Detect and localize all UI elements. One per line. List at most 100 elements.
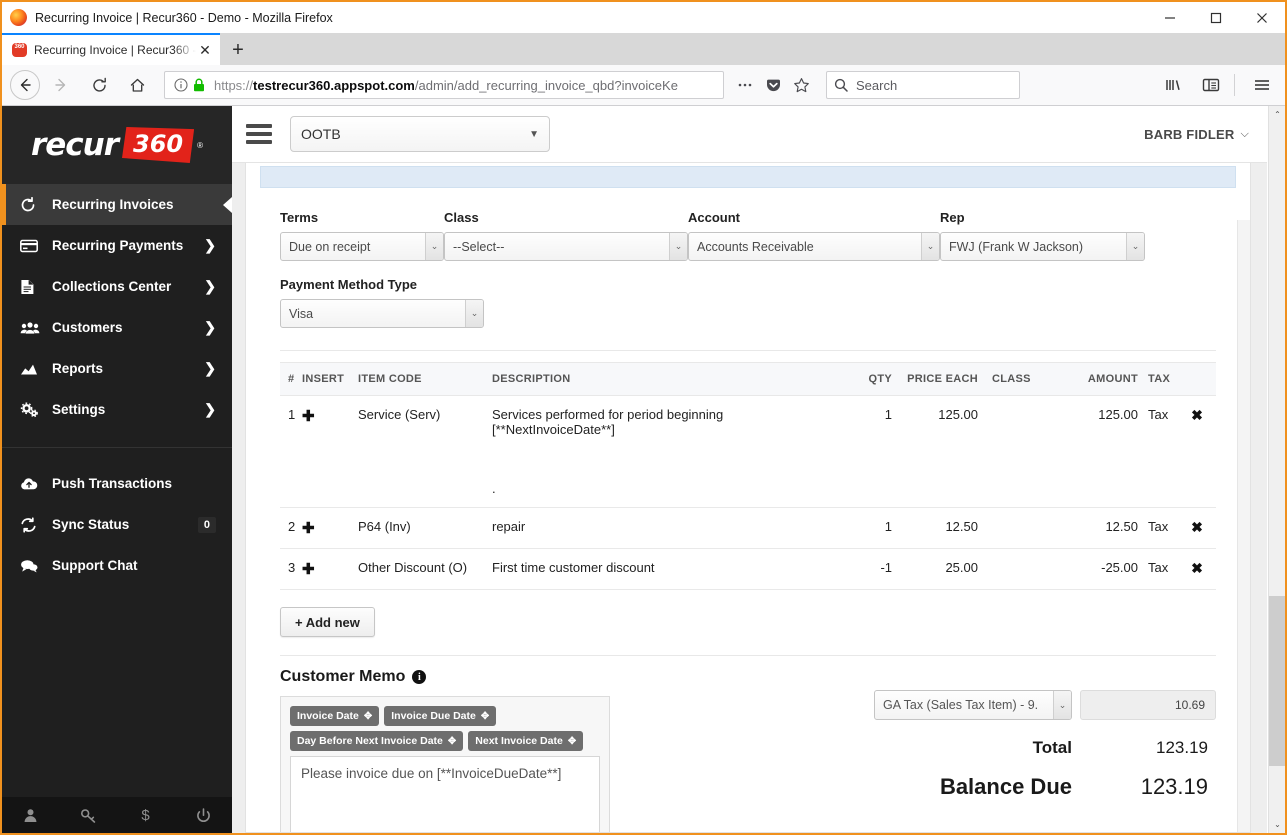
inner-scrollbar[interactable] [1237, 220, 1250, 832]
row-price[interactable]: 125.00 [892, 395, 978, 508]
minimize-button[interactable] [1147, 2, 1193, 33]
sidebar-item-settings[interactable]: Settings ❯ [2, 389, 232, 430]
terms-select[interactable]: Due on receipt ⌄ [280, 232, 444, 261]
row-description[interactable]: Services performed for period beginning … [492, 395, 836, 508]
row-price[interactable]: 25.00 [892, 548, 978, 590]
column-header-amount: AMOUNT [1054, 362, 1138, 396]
memo-tag-label: Day Before Next Invoice Date [297, 735, 443, 747]
bookmark-star-icon[interactable] [788, 72, 814, 98]
row-item-code[interactable]: Service (Serv) [358, 395, 492, 508]
page-actions-icon[interactable] [732, 72, 758, 98]
row-qty[interactable]: 1 [836, 507, 892, 549]
toolbar-divider [1234, 74, 1235, 96]
tab-close-icon[interactable]: ✕ [196, 41, 214, 59]
key-icon[interactable] [60, 808, 118, 823]
sidebar-item-support-chat[interactable]: Support Chat [2, 545, 232, 586]
row-class[interactable] [978, 548, 1054, 590]
move-handle-icon[interactable]: ✥ [448, 736, 456, 747]
search-input[interactable]: Search [856, 78, 897, 93]
sidebar-item-reports[interactable]: Reports ❯ [2, 348, 232, 389]
forward-button[interactable] [44, 68, 78, 102]
user-menu[interactable]: BARB FIDLER ⌵ [1144, 127, 1249, 142]
account-select[interactable]: Accounts Receivable ⌄ [688, 232, 940, 261]
delete-row-icon[interactable]: ✖ [1191, 519, 1203, 535]
move-handle-icon[interactable]: ✥ [481, 711, 489, 722]
url-bar[interactable]: https://testrecur360.appspot.com/admin/a… [164, 71, 724, 99]
menu-toggle-icon[interactable] [246, 120, 272, 148]
insert-row-icon[interactable]: ✚ [302, 561, 315, 578]
sidebar-item-push-transactions[interactable]: Push Transactions [2, 463, 232, 504]
row-qty[interactable]: 1 [836, 395, 892, 508]
sidebar-item-label: Sync Status [52, 517, 130, 532]
field-account: Account Accounts Receivable ⌄ [688, 210, 940, 261]
app-menu-icon[interactable] [1245, 68, 1279, 102]
user-icon[interactable] [2, 808, 60, 823]
brand-logo[interactable]: recur 360 ® [2, 106, 232, 184]
sidebar-item-recurring-invoices[interactable]: Recurring Invoices [2, 184, 232, 225]
memo-tag-next-invoice-date[interactable]: Next Invoice Date ✥ [468, 731, 584, 751]
new-tab-button[interactable]: + [220, 35, 256, 65]
rep-select[interactable]: FWJ (Frank W Jackson) ⌄ [940, 232, 1145, 261]
power-icon[interactable] [175, 807, 233, 823]
memo-tag-invoice-due-date[interactable]: Invoice Due Date ✥ [384, 706, 497, 726]
reload-button[interactable] [82, 68, 116, 102]
insert-row-icon[interactable]: ✚ [302, 520, 315, 537]
pocket-icon[interactable] [760, 72, 786, 98]
terms-select-value: Due on receipt [289, 239, 371, 254]
move-handle-icon[interactable]: ✥ [364, 711, 372, 722]
balance-due-label: Balance Due [939, 774, 1072, 799]
dollar-icon[interactable]: $ [117, 807, 175, 823]
customer-memo-textarea[interactable]: Please invoice due on [**InvoiceDueDate*… [290, 756, 600, 832]
row-price[interactable]: 12.50 [892, 507, 978, 549]
scroll-up-arrow[interactable]: ⌃ [1269, 106, 1285, 123]
company-select[interactable]: OOTB ▼ [290, 116, 550, 152]
row-tax[interactable]: Tax [1138, 548, 1178, 590]
row-description[interactable]: First time customer discount [492, 548, 836, 590]
insert-row-icon[interactable]: ✚ [302, 408, 315, 425]
row-qty[interactable]: -1 [836, 548, 892, 590]
page-scrollbar[interactable]: ⌃ ⌄ [1268, 106, 1285, 833]
table-row[interactable]: 1 ✚ Service (Serv) Services performed fo… [280, 395, 1216, 508]
sidebar-item-customers[interactable]: Customers ❯ [2, 307, 232, 348]
row-description-text: Services performed for period beginning … [492, 407, 724, 437]
delete-row-icon[interactable]: ✖ [1191, 407, 1203, 423]
row-item-code[interactable]: Other Discount (O) [358, 548, 492, 590]
sidebar-toggle-icon[interactable] [1194, 68, 1228, 102]
row-class[interactable] [978, 507, 1054, 549]
line-items-table: # INSERT ITEM CODE DESCRIPTION QTY PRICE… [280, 362, 1216, 590]
table-row[interactable]: 2 ✚ P64 (Inv) repair 1 12.50 12.50 Tax ✖ [280, 507, 1216, 549]
page-info-icon[interactable] [174, 78, 188, 92]
customer-memo-section: Customer Memo i Invoice Date ✥ Invoice D [280, 668, 610, 832]
table-row[interactable]: 3 ✚ Other Discount (O) First time custom… [280, 548, 1216, 590]
sidebar-item-recurring-payments[interactable]: Recurring Payments ❯ [2, 225, 232, 266]
url-host: testrecur360.appspot.com [253, 77, 415, 93]
sidebar-item-sync-status[interactable]: Sync Status 0 [2, 504, 232, 545]
home-button[interactable] [120, 68, 154, 102]
row-tax[interactable]: Tax [1138, 395, 1178, 508]
field-label: Class [444, 210, 479, 225]
row-class[interactable] [978, 395, 1054, 508]
sales-tax-select[interactable]: GA Tax (Sales Tax Item) - 9. ⌄ [874, 690, 1072, 720]
search-icon [834, 78, 848, 92]
maximize-button[interactable] [1193, 2, 1239, 33]
scroll-down-arrow[interactable]: ⌄ [1269, 816, 1285, 833]
close-button[interactable] [1239, 2, 1285, 33]
search-bar[interactable]: Search [826, 71, 1020, 99]
info-icon[interactable]: i [412, 670, 427, 684]
sidebar-item-collections-center[interactable]: Collections Center ❯ [2, 266, 232, 307]
column-header-number: # [280, 362, 302, 396]
page-scrollbar-thumb[interactable] [1269, 596, 1285, 766]
add-new-button[interactable]: + Add new [280, 607, 375, 637]
delete-row-icon[interactable]: ✖ [1191, 560, 1203, 576]
back-button[interactable] [10, 70, 40, 100]
class-select[interactable]: --Select-- ⌄ [444, 232, 688, 261]
row-tax[interactable]: Tax [1138, 507, 1178, 549]
payment-method-type-select[interactable]: Visa ⌄ [280, 299, 484, 328]
row-item-code[interactable]: P64 (Inv) [358, 507, 492, 549]
memo-tag-day-before-next-invoice-date[interactable]: Day Before Next Invoice Date ✥ [290, 731, 464, 751]
library-icon[interactable] [1156, 68, 1190, 102]
row-description[interactable]: repair [492, 507, 836, 549]
browser-tab[interactable]: Recurring Invoice | Recur360 - D ✕ [2, 33, 220, 65]
memo-tag-invoice-date[interactable]: Invoice Date ✥ [290, 706, 380, 726]
move-handle-icon[interactable]: ✥ [568, 736, 576, 747]
